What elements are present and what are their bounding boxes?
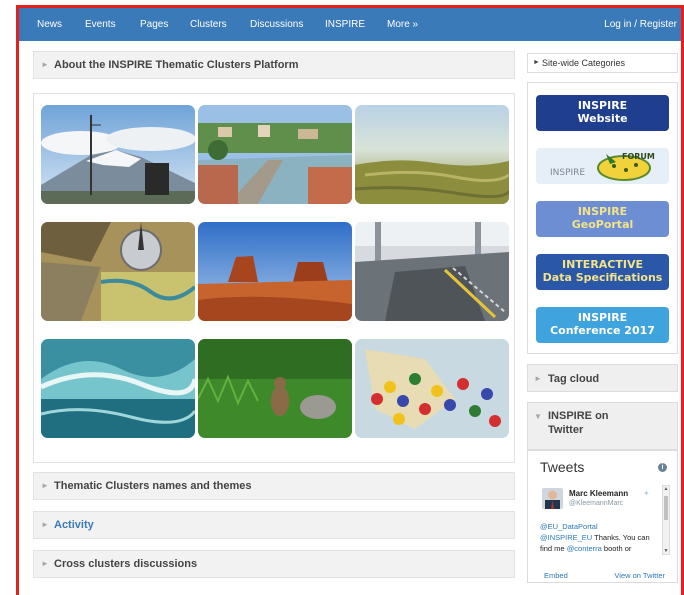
data-specifications-banner[interactable]: INTERACTIVE Data Specifications: [536, 254, 669, 290]
thematic-clusters-panel[interactable]: ► Thematic Clusters names and themes: [33, 472, 515, 500]
expand-triangle-icon: ►: [41, 520, 49, 529]
nav-pages[interactable]: Pages: [140, 19, 168, 30]
activity-title[interactable]: Activity: [54, 519, 94, 531]
banner-line1: INSPIRE: [577, 205, 628, 218]
activity-panel[interactable]: ► Activity: [33, 511, 515, 539]
nav-clusters[interactable]: Clusters: [190, 19, 227, 30]
tweet-scrollbar[interactable]: ▲ ▼: [662, 485, 670, 555]
expand-triangle-icon: ►: [533, 59, 540, 66]
twitter-bird-icon: ✦: [643, 489, 650, 498]
tweet-user-name[interactable]: Marc Kleemann: [569, 489, 628, 498]
gallery-photo[interactable]: [198, 105, 352, 204]
tweet-mention[interactable]: @conterra: [567, 544, 602, 553]
expand-triangle-icon: ►: [41, 559, 49, 568]
gallery-photo[interactable]: [198, 222, 352, 321]
tweet-user-handle[interactable]: @KleemannMarc: [569, 500, 623, 507]
scroll-up-icon[interactable]: ▲: [663, 486, 669, 492]
ocean-wave-photo: [41, 339, 195, 438]
geology-compass-photo: [41, 222, 195, 321]
tweet-text: @EU_DataPortal @INSPIRE_EU Thanks. You c…: [540, 521, 660, 554]
banner-line1: INTERACTIVE: [562, 258, 643, 271]
collapse-triangle-icon: ▼: [534, 412, 542, 421]
town-bridge-photo: [198, 105, 352, 204]
expand-triangle-icon: ►: [41, 60, 49, 69]
squirrel-grass-photo: [198, 339, 352, 438]
scroll-down-icon[interactable]: ▼: [663, 548, 669, 554]
banner-line2: Conference 2017: [550, 324, 655, 337]
gallery-photo[interactable]: [198, 339, 352, 438]
top-navbar: News Events Pages Clusters Discussions I…: [19, 8, 681, 41]
nav-events[interactable]: Events: [85, 19, 116, 30]
tag-cloud-panel[interactable]: ► Tag cloud: [527, 364, 678, 392]
site-categories-box[interactable]: ► Site-wide Categories: [527, 53, 678, 73]
nav-news[interactable]: News: [37, 19, 62, 30]
gallery-photo[interactable]: [41, 339, 195, 438]
gallery-photo[interactable]: [355, 105, 509, 204]
twitter-title-line1: INSPIRE on: [548, 410, 609, 422]
inspire-conference-banner[interactable]: INSPIRE Conference 2017: [536, 307, 669, 343]
tweet-mention[interactable]: @EU_DataPortal: [540, 522, 598, 531]
inspire-website-banner[interactable]: INSPIRE Website: [536, 95, 669, 131]
twitter-panel-header[interactable]: ▼ INSPIRE on Twitter: [527, 402, 678, 450]
inspire-geoportal-banner[interactable]: INSPIRE GeoPortal: [536, 201, 669, 237]
embed-link[interactable]: Embed: [544, 571, 568, 580]
expand-triangle-icon: ►: [41, 481, 49, 490]
wetland-aerial-photo: [355, 105, 509, 204]
expand-triangle-icon: ►: [534, 374, 542, 383]
about-panel-header[interactable]: ► About the INSPIRE Thematic Clusters Pl…: [33, 51, 515, 79]
image-gallery: [33, 93, 515, 463]
gallery-photo[interactable]: [355, 339, 509, 438]
banner-line2: Data Specifications: [542, 271, 663, 284]
inspire-forum-banner[interactable]: INSPIRE FORUM: [536, 148, 669, 184]
nav-discussions[interactable]: Discussions: [250, 19, 303, 30]
tag-cloud-title: Tag cloud: [548, 373, 600, 385]
scrollbar-thumb[interactable]: [664, 496, 668, 520]
twitter-title-line2: Twitter: [548, 424, 584, 436]
site-categories-title: Site-wide Categories: [542, 58, 626, 68]
nav-more[interactable]: More »: [387, 19, 418, 30]
gallery-photo[interactable]: [355, 222, 509, 321]
gallery-photo[interactable]: [41, 105, 195, 204]
login-register-link[interactable]: Log in / Register: [604, 19, 677, 30]
banner-line2: GeoPortal: [571, 218, 634, 231]
map-pawns-photo: [355, 339, 509, 438]
banner-line2: Website: [577, 112, 628, 125]
cross-clusters-title: Cross clusters discussions: [54, 558, 198, 570]
banner-line2: FORUM: [622, 152, 655, 161]
avatar[interactable]: [542, 488, 563, 509]
gallery-photo[interactable]: [41, 222, 195, 321]
banner-line1: INSPIRE: [577, 311, 628, 324]
tweet-mention[interactable]: @INSPIRE_EU: [540, 533, 592, 542]
banner-list: INSPIRE Website INSPIRE FORUM INSPIRE Ge…: [527, 82, 678, 354]
view-on-twitter-link[interactable]: View on Twitter: [614, 571, 665, 580]
info-icon[interactable]: i: [658, 463, 667, 472]
banner-line1: INSPIRE: [577, 99, 628, 112]
tweets-header: Tweets: [540, 459, 585, 475]
thematic-clusters-title: Thematic Clusters names and themes: [54, 480, 252, 492]
weather-station-volcano-photo: [41, 105, 195, 204]
desert-butte-photo: [198, 222, 352, 321]
cross-clusters-panel[interactable]: ► Cross clusters discussions: [33, 550, 515, 578]
banner-line1: INSPIRE: [550, 168, 586, 178]
nav-inspire[interactable]: INSPIRE: [325, 19, 365, 30]
tweet-text-part: booth or: [601, 544, 632, 553]
twitter-timeline: Tweets i Marc Kleemann @KleemannMarc ✦ @…: [527, 450, 678, 583]
industrial-facility-photo: [355, 222, 509, 321]
about-panel-title: About the INSPIRE Thematic Clusters Plat…: [54, 59, 299, 71]
page-frame: News Events Pages Clusters Discussions I…: [16, 5, 684, 595]
